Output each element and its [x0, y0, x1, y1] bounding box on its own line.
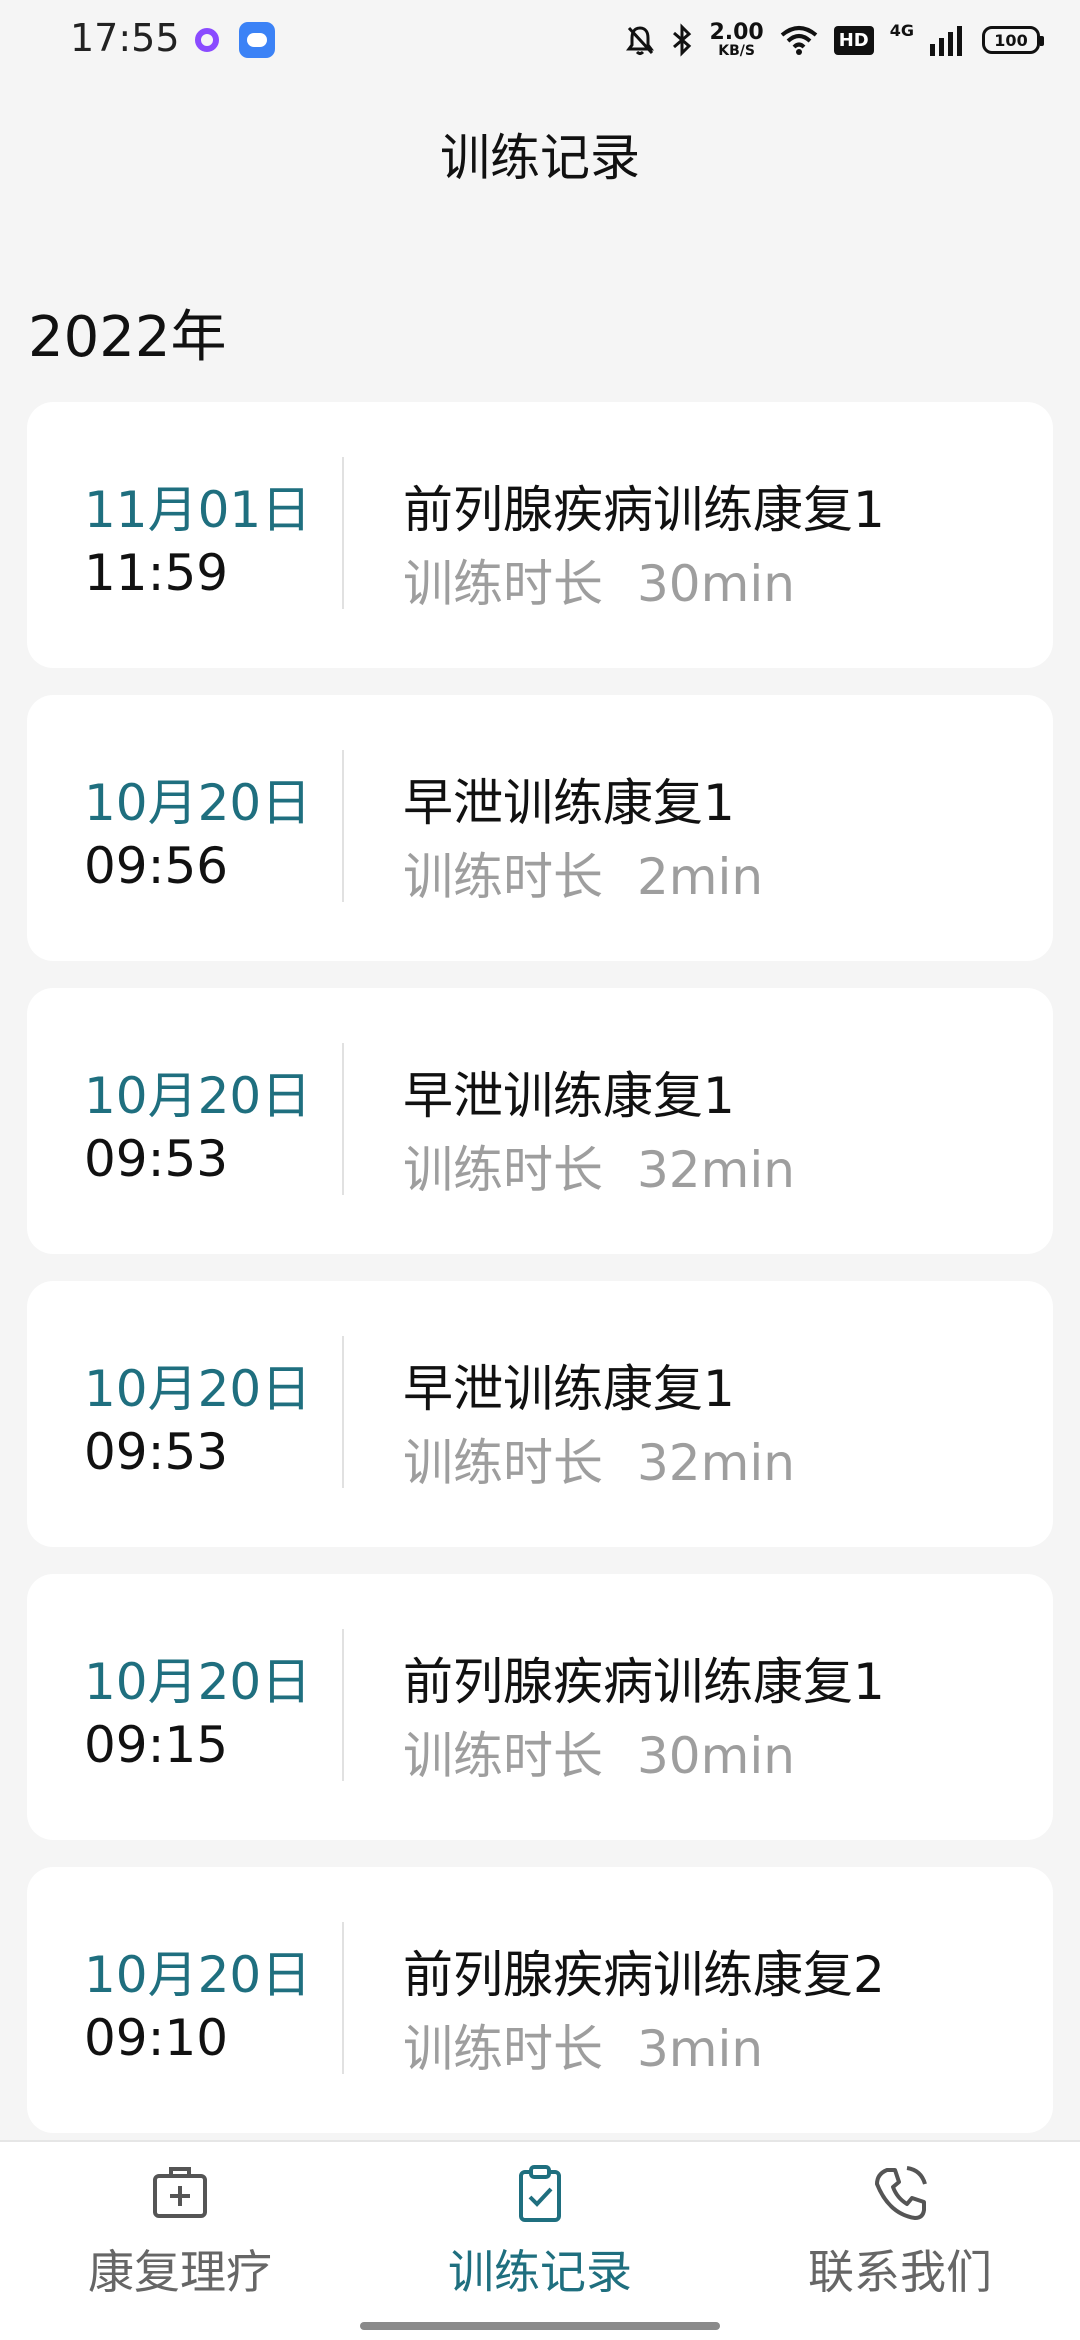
bell-muted-icon	[626, 26, 655, 55]
record-card[interactable]: 10月20日 09:53 早泄训练康复1 训练时长 32min	[27, 988, 1053, 1254]
duration-label: 训练时长	[403, 1141, 603, 1199]
network-speed-unit: KB/S	[718, 43, 755, 59]
record-divider	[342, 1043, 344, 1195]
duration-value: 3min	[637, 2020, 764, 2078]
record-divider	[342, 457, 344, 609]
record-duration: 训练时长 2min	[403, 837, 763, 909]
signal-icon	[930, 26, 962, 56]
duration-value: 2min	[637, 848, 764, 906]
bottom-nav: 康复理疗 训练记录 联系我们	[0, 2140, 1080, 2340]
record-date: 10月20日	[84, 1360, 312, 1418]
ring-app-icon	[195, 28, 219, 52]
record-title: 前列腺疾病训练康复2	[403, 1946, 885, 2004]
record-duration: 训练时长 30min	[403, 544, 795, 616]
record-divider	[342, 1922, 344, 2074]
network-speed-value: 2.00	[709, 20, 764, 45]
record-card[interactable]: 10月20日 09:56 早泄训练康复1 训练时长 2min	[27, 695, 1053, 961]
medical-kit-icon	[153, 2167, 207, 2218]
network-speed: 2.00 KB/S	[709, 20, 764, 59]
record-time: 09:56	[84, 837, 229, 895]
record-date: 10月20日	[84, 1067, 312, 1125]
duration-value: 30min	[637, 555, 795, 613]
battery-icon: 100	[982, 26, 1044, 54]
record-date: 10月20日	[84, 1946, 312, 2004]
year-label: 2022年	[28, 305, 227, 370]
duration-label: 训练时长	[403, 2020, 603, 2078]
record-date: 10月20日	[84, 774, 312, 832]
record-time: 09:53	[84, 1423, 229, 1481]
hd-badge: HD	[833, 25, 874, 55]
record-duration: 训练时长 30min	[403, 1716, 795, 1788]
record-date: 11月01日	[84, 481, 312, 539]
bluetooth-icon	[673, 23, 692, 57]
status-bar: 17:55 2.00 KB/S HD 4G 100	[0, 0, 1080, 84]
record-duration: 训练时长 3min	[403, 2009, 763, 2081]
nav-label: 训练记录	[448, 2245, 632, 2299]
record-time: 09:10	[84, 2009, 229, 2067]
duration-value: 32min	[637, 1141, 795, 1199]
duration-value: 32min	[637, 1434, 795, 1492]
record-duration: 训练时长 32min	[403, 1130, 795, 1202]
record-duration: 训练时长 32min	[403, 1423, 795, 1495]
record-time: 11:59	[84, 544, 229, 602]
record-title: 早泄训练康复1	[403, 1360, 735, 1418]
nav-item-rehab-therapy[interactable]: 康复理疗	[0, 2162, 360, 2312]
record-card[interactable]: 10月20日 09:15 前列腺疾病训练康复1 训练时长 30min	[27, 1574, 1053, 1840]
duration-label: 训练时长	[403, 555, 603, 613]
record-card[interactable]: 10月20日 09:53 早泄训练康复1 训练时长 32min	[27, 1281, 1053, 1547]
record-title: 早泄训练康复1	[403, 1067, 735, 1125]
record-time: 09:53	[84, 1130, 229, 1188]
battery-level: 100	[994, 30, 1028, 50]
nav-label: 康复理疗	[88, 2245, 272, 2299]
record-divider	[342, 750, 344, 902]
duration-label: 训练时长	[403, 1434, 603, 1492]
status-time: 17:55	[70, 16, 180, 60]
clipboard-check-icon	[519, 2165, 561, 2222]
record-divider	[342, 1629, 344, 1781]
nav-item-contact-us[interactable]: 联系我们	[720, 2162, 1080, 2312]
record-title: 前列腺疾病训练康复1	[403, 481, 885, 539]
record-date: 10月20日	[84, 1653, 312, 1711]
nav-item-training-records[interactable]: 训练记录	[360, 2162, 720, 2312]
status-app-icons	[195, 22, 275, 58]
record-list: 11月01日 11:59 前列腺疾病训练康复1 训练时长 30min 10月20日…	[27, 402, 1053, 2160]
cloud-app-icon	[239, 22, 275, 58]
record-divider	[342, 1336, 344, 1488]
network-type-label: 4G	[889, 20, 914, 40]
duration-value: 30min	[637, 1727, 795, 1785]
record-title: 早泄训练康复1	[403, 774, 735, 832]
record-card[interactable]: 11月01日 11:59 前列腺疾病训练康复1 训练时长 30min	[27, 402, 1053, 668]
record-time: 09:15	[84, 1716, 229, 1774]
home-indicator[interactable]	[360, 2322, 720, 2330]
wifi-icon	[780, 26, 817, 55]
duration-label: 训练时长	[403, 848, 603, 906]
page-title: 训练记录	[440, 129, 640, 187]
nav-label: 联系我们	[808, 2245, 992, 2299]
record-title: 前列腺疾病训练康复1	[403, 1653, 885, 1711]
status-indicators: 2.00 KB/S HD 4G 100	[625, 18, 1044, 62]
duration-label: 训练时长	[403, 1727, 603, 1785]
phone-icon	[875, 2166, 927, 2220]
training-records-screen: 17:55 2.00 KB/S HD 4G 100 训练记录 2022年 11月…	[0, 0, 1080, 2340]
record-card[interactable]: 10月20日 09:10 前列腺疾病训练康复2 训练时长 3min	[27, 1867, 1053, 2133]
